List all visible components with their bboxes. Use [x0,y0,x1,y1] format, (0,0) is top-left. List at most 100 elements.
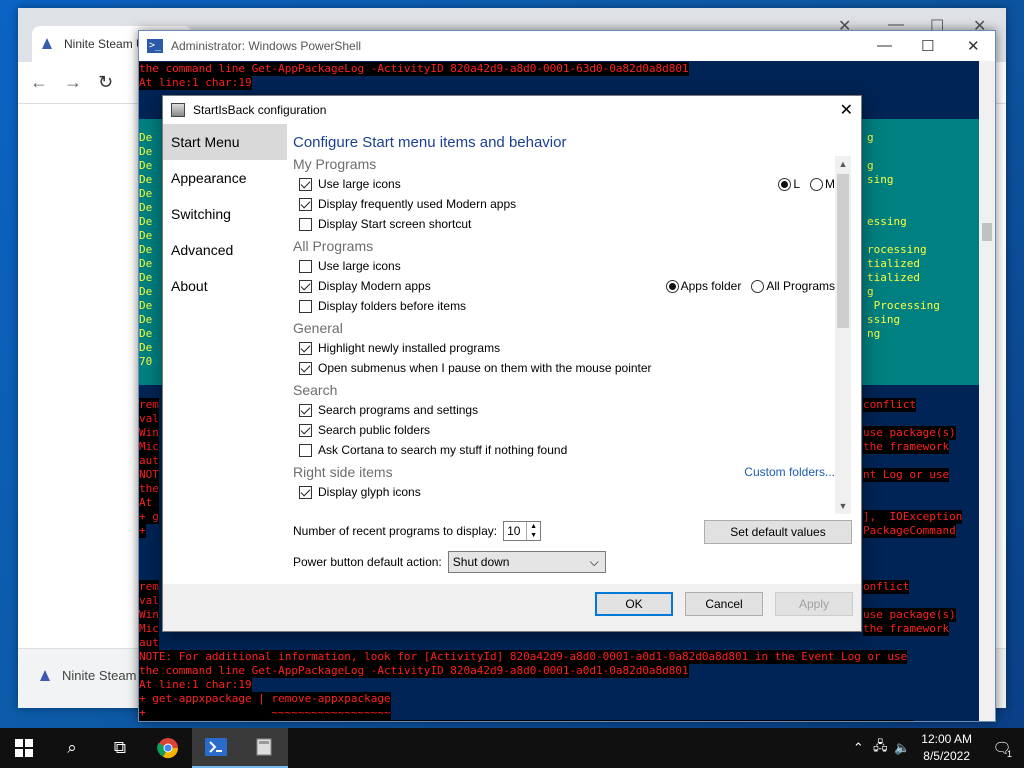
dialog-nav: Start Menu Appearance Switching Advanced… [163,124,287,584]
option-display-glyph-icons[interactable]: Display glyph icons [293,482,841,502]
recent-programs-label: Number of recent programs to display: [293,524,498,538]
download-item[interactable]: Ninite Steam [38,668,136,683]
scroll-thumb[interactable] [837,174,849,328]
start-button[interactable] [0,728,48,768]
back-icon[interactable]: ← [30,72,48,93]
cancel-button[interactable]: Cancel [685,592,763,616]
recent-programs-input[interactable] [504,522,527,540]
radio-size-l[interactable]: L [778,177,800,191]
console-fragment: val [139,594,159,608]
stepper-arrows[interactable]: ▲ ▼ [526,522,540,540]
clock[interactable]: 12:00 AM 8/5/2022 [913,731,980,765]
section-all-programs: All Programs [293,238,374,254]
console-line: the command line Get-AppPackageLog -Acti… [139,62,689,76]
custom-folders-link[interactable]: Custom folders... [744,462,835,482]
dialog-close-icon[interactable]: ✕ [840,100,853,120]
radio-button[interactable] [665,279,679,293]
section-general: General [293,320,343,336]
powershell-scrollbar[interactable] [979,61,995,721]
stepper-down-icon[interactable]: ▼ [527,531,540,540]
scroll-thumb[interactable] [982,223,992,241]
ok-button[interactable]: OK [595,592,673,616]
checkbox[interactable] [299,197,312,211]
radio-size-m[interactable]: M [810,177,835,191]
close-icon[interactable]: ✕ [967,37,980,55]
option-label: Search programs and settings [318,403,479,417]
chrome-taskbar-button[interactable] [144,728,192,768]
power-action-select[interactable]: Shut down ⌵ [447,551,606,573]
console-fragment: Mic [139,622,159,636]
volume-muted-icon[interactable]: 🔈 [891,740,913,756]
checkbox[interactable] [299,423,312,437]
console-fragment: NOT [139,468,159,482]
option-search-public-folders[interactable]: Search public folders [293,420,841,440]
option-search-programs-settings[interactable]: Search programs and settings [293,400,841,420]
recent-programs-stepper[interactable]: ▲ ▼ [503,521,542,541]
checkbox[interactable] [299,177,312,191]
radio-button[interactable] [751,279,765,293]
console-fragment: nt Log or use [863,468,950,482]
console-line: + ~~~~~~~~~~~~~~~~~~ [139,706,391,720]
nav-about[interactable]: About [163,268,287,304]
option-display-modern-apps[interactable]: Display Modern apps Apps folder All Prog… [293,276,841,296]
dialog-titlebar[interactable]: StartIsBack configuration ✕ [163,96,861,124]
checkbox[interactable] [299,403,312,417]
option-label: Display folders before items [318,299,467,313]
startisback-taskbar-button[interactable] [240,728,288,768]
network-icon[interactable]: 🖧 [869,737,891,759]
option-my-large-icons[interactable]: Use large icons L M [293,174,841,194]
radio-label: M [825,177,835,191]
nav-start-menu[interactable]: Start Menu [163,124,287,160]
checkbox[interactable] [299,361,312,375]
maximize-icon[interactable]: ☐ [921,37,934,55]
option-frequent-modern-apps[interactable]: Display frequently used Modern apps [293,194,841,214]
option-folders-before-items[interactable]: Display folders before items [293,296,841,316]
chevron-up-icon[interactable]: ⌃ [847,740,869,756]
powershell-icon: >_ [147,39,163,53]
checkbox[interactable] [299,217,312,231]
checkbox[interactable] [299,341,312,355]
checkbox[interactable] [299,443,312,457]
stepper-up-icon[interactable]: ▲ [527,522,540,531]
console-fragment: essing [867,215,907,228]
option-all-large-icons[interactable]: Use large icons [293,256,841,276]
nav-switching[interactable]: Switching [163,196,287,232]
apply-button[interactable]: Apply [775,592,853,616]
radio-button[interactable] [810,177,823,191]
checkbox[interactable] [299,485,312,499]
checkbox[interactable] [299,279,312,293]
radio-apps-folder[interactable]: Apps folder [665,279,741,293]
minimize-icon[interactable]: — [877,37,892,54]
console-fragment: De [139,341,153,354]
scroll-up-icon[interactable]: ▲ [835,156,851,172]
clock-time: 12:00 AM [921,732,972,746]
reload-icon[interactable]: ↻ [98,72,113,93]
set-default-values-button[interactable]: Set default values [704,520,852,544]
checkbox[interactable] [299,259,312,273]
section-my-programs: My Programs [293,156,377,172]
powershell-taskbar-button[interactable] [192,728,240,768]
search-icon[interactable]: ⌕ [48,728,96,768]
download-item-label: Ninite Steam [62,668,137,683]
section-label: Right side items [293,464,393,480]
powershell-titlebar[interactable]: >_ Administrator: Windows PowerShell — ☐… [139,31,995,61]
radio-button[interactable] [778,177,792,191]
option-ask-cortana[interactable]: Ask Cortana to search my stuff if nothin… [293,440,841,460]
checkbox[interactable] [299,299,312,313]
radio-all-programs[interactable]: All Programs [751,279,835,293]
nav-advanced[interactable]: Advanced [163,232,287,268]
console-fragment: val [139,412,159,426]
notification-center-icon[interactable]: 🗨 1 [980,739,1024,759]
nav-appearance[interactable]: Appearance [163,160,287,196]
option-label: Display Modern apps [318,279,431,293]
option-open-submenus-on-hover[interactable]: Open submenus when I pause on them with … [293,358,841,378]
console-fragment: De [139,131,153,144]
option-highlight-new-programs[interactable]: Highlight newly installed programs [293,338,841,358]
forward-icon[interactable]: → [64,72,82,93]
option-start-screen-shortcut[interactable]: Display Start screen shortcut [293,214,841,234]
console-fragment: De [139,173,153,186]
options-scrollbar[interactable]: ▲ ▼ [835,156,851,514]
scroll-down-icon[interactable]: ▼ [835,498,851,514]
console-fragment: De [139,271,153,284]
task-view-icon[interactable]: ⧉ [96,728,144,768]
